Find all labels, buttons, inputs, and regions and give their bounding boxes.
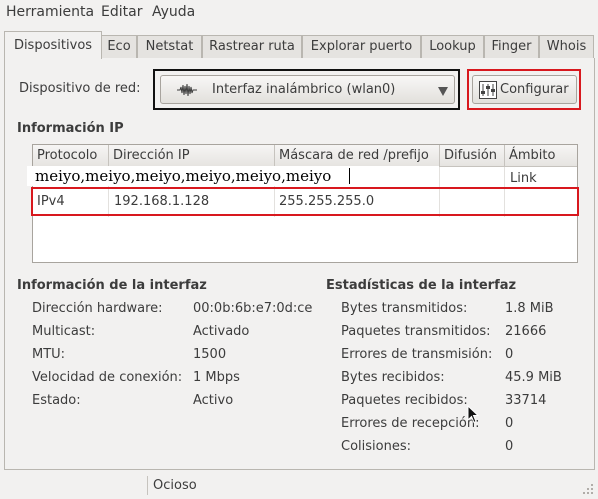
bytes-received-label: Bytes recibidos: xyxy=(341,370,445,385)
menu-ayuda[interactable]: Ayuda xyxy=(152,4,195,20)
tab-rastrear-ruta[interactable]: Rastrear ruta xyxy=(202,35,302,58)
column-mascara[interactable]: Máscara de red /prefijo xyxy=(275,145,440,167)
tx-errors-label: Errores de transmisión: xyxy=(341,347,493,362)
statusbar: Ocioso xyxy=(0,473,598,498)
devices-panel xyxy=(4,58,595,470)
speed-value: 1 Mbps xyxy=(193,370,240,385)
multicast-value: Activado xyxy=(193,324,250,339)
device-combobox[interactable]: Interfaz inalámbrico (wlan0) xyxy=(160,75,455,104)
tab-finger[interactable]: Finger xyxy=(484,35,539,58)
tx-errors-value: 0 xyxy=(505,347,514,362)
ipv4-row-highlight xyxy=(31,187,579,216)
column-difusion[interactable]: Difusión xyxy=(440,145,505,167)
packets-sent-value: 21666 xyxy=(505,324,547,339)
mtu-label: MTU: xyxy=(32,347,66,362)
device-selected-value: Interfaz inalámbrico (wlan0) xyxy=(212,82,396,97)
packets-received-label: Paquetes recibidos: xyxy=(341,393,468,408)
collisions-label: Colisiones: xyxy=(341,439,411,454)
triangle-down-icon xyxy=(438,85,448,100)
mouse-pointer-icon xyxy=(467,404,480,428)
tab-dispositivos[interactable]: Dispositivos xyxy=(4,31,102,59)
equalizer-icon xyxy=(479,81,497,103)
mtu-value: 1500 xyxy=(193,347,227,362)
configure-button[interactable]: Configurar xyxy=(472,75,577,104)
menu-herramienta[interactable]: Herramienta xyxy=(6,4,94,20)
cell-editor-input[interactable]: meiyo,meiyo,meiyo,meiyo,meiyo,meiyo xyxy=(27,166,439,186)
row1-scope: Link xyxy=(510,171,537,186)
interface-stats-title: Estadísticas de la interfaz xyxy=(326,278,517,293)
hardware-address-value: 00:0b:6b:e7:0d:ce xyxy=(193,301,313,316)
rx-errors-label: Errores de recepción: xyxy=(341,416,480,431)
tab-eco[interactable]: Eco xyxy=(101,35,137,58)
menubar: Herramienta Editar Ayuda xyxy=(0,0,598,26)
state-value: Activo xyxy=(193,393,234,408)
packets-received-value: 33714 xyxy=(505,393,547,408)
multicast-label: Multicast: xyxy=(32,324,96,339)
configure-label: Configurar xyxy=(500,82,569,97)
status-text: Ocioso xyxy=(153,478,197,493)
column-direccion-ip[interactable]: Dirección IP xyxy=(109,145,275,167)
device-label: Dispositivo de red: xyxy=(19,81,141,96)
bytes-received-value: 45.9 MiB xyxy=(505,370,562,385)
rx-errors-value: 0 xyxy=(505,416,514,431)
tab-explorar-puerto[interactable]: Explorar puerto xyxy=(302,35,421,58)
column-protocolo[interactable]: Protocolo xyxy=(33,145,109,167)
speed-label: Velocidad de conexión: xyxy=(32,370,183,385)
hardware-address-label: Dirección hardware: xyxy=(32,301,163,316)
state-label: Estado: xyxy=(32,393,81,408)
bytes-sent-value: 1.8 MiB xyxy=(505,301,554,316)
waveform-icon xyxy=(177,83,197,101)
ip-info-title: Información IP xyxy=(17,121,124,136)
resize-grip-icon[interactable] xyxy=(580,481,594,499)
menu-editar[interactable]: Editar xyxy=(101,4,142,20)
statusbar-divider xyxy=(147,476,148,495)
column-ambito[interactable]: Ámbito xyxy=(505,145,577,167)
collisions-value: 0 xyxy=(505,439,514,454)
interface-info-title: Información de la interfaz xyxy=(17,278,207,293)
bytes-sent-label: Bytes transmitidos: xyxy=(341,301,468,316)
text-cursor xyxy=(349,168,350,184)
packets-sent-label: Paquetes transmitidos: xyxy=(341,324,491,339)
tab-whois[interactable]: Whois xyxy=(539,35,594,58)
tab-netstat[interactable]: Netstat xyxy=(137,35,202,58)
tab-lookup[interactable]: Lookup xyxy=(421,35,484,58)
